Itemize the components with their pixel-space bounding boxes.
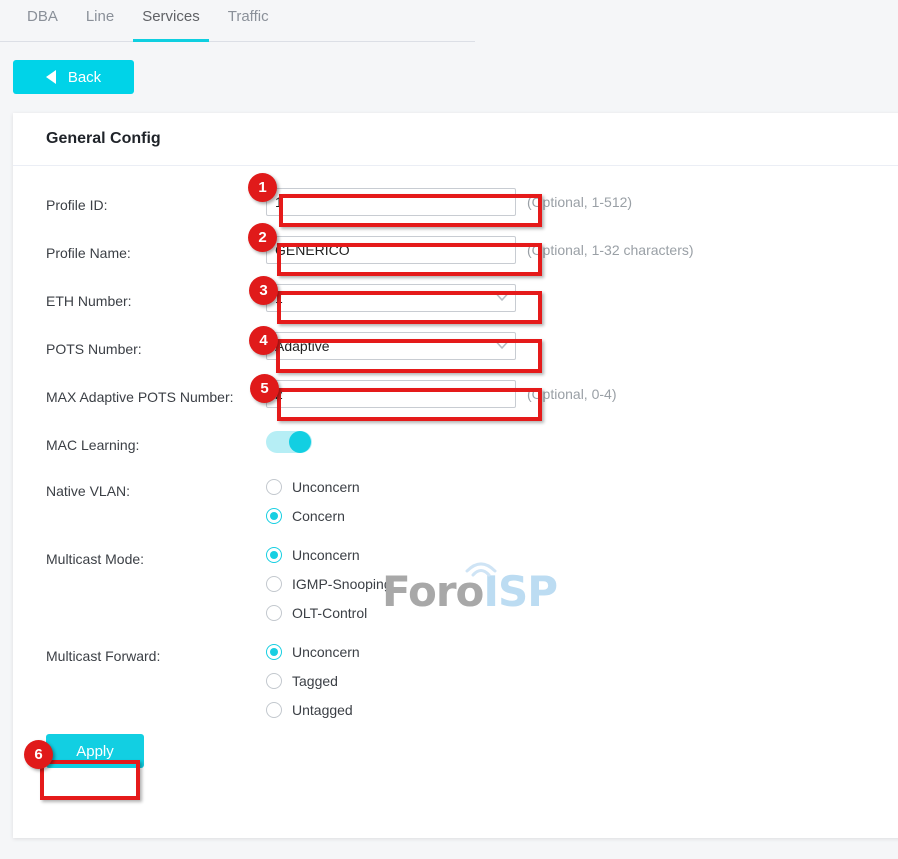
mac-learning-toggle[interactable] xyxy=(266,431,312,453)
profile-name-hint: (Optional, 1-32 characters) xyxy=(527,242,694,258)
pots-number-select[interactable]: Adaptive xyxy=(266,332,516,360)
eth-number-field-wrap: 1 xyxy=(266,276,516,312)
tab-bar: DBA Line Services Traffic xyxy=(0,0,475,42)
radio-icon xyxy=(266,702,282,718)
eth-number-label: ETH Number: xyxy=(13,276,266,311)
radio-label: Unconcern xyxy=(292,479,360,495)
profile-id-label: Profile ID: xyxy=(13,180,266,215)
back-button[interactable]: Back xyxy=(13,60,134,94)
triangle-left-icon xyxy=(46,70,56,84)
multicast-mode-option-unconcern[interactable]: Unconcern xyxy=(266,547,392,563)
native-vlan-radio-group: Unconcern Concern xyxy=(266,468,360,524)
multicast-mode-label: Multicast Mode: xyxy=(13,536,266,569)
back-button-label: Back xyxy=(68,69,101,86)
row-eth-number: ETH Number: 1 xyxy=(13,276,898,324)
mac-learning-label: MAC Learning: xyxy=(13,420,266,455)
profile-id-input[interactable] xyxy=(266,188,516,216)
tab-services-label: Services xyxy=(142,8,200,25)
radio-label: Concern xyxy=(292,508,345,524)
native-vlan-option-unconcern[interactable]: Unconcern xyxy=(266,479,360,495)
multicast-forward-radio-group: Unconcern Tagged Untagged xyxy=(266,633,360,718)
tab-dba[interactable]: DBA xyxy=(13,0,72,41)
radio-label: OLT-Control xyxy=(292,605,367,621)
radio-icon xyxy=(266,508,282,524)
radio-label: Unconcern xyxy=(292,547,360,563)
tab-services[interactable]: Services xyxy=(128,0,214,41)
profile-id-field-wrap: (Optional, 1-512) xyxy=(266,180,632,216)
multicast-mode-option-olt-control[interactable]: OLT-Control xyxy=(266,605,392,621)
profile-name-field-wrap: (Optional, 1-32 characters) xyxy=(266,228,694,264)
page-title: General Config xyxy=(46,130,161,148)
multicast-forward-label: Multicast Forward: xyxy=(13,633,266,666)
multicast-forward-option-untagged[interactable]: Untagged xyxy=(266,702,360,718)
radio-label: Tagged xyxy=(292,673,338,689)
max-adaptive-pots-input[interactable] xyxy=(266,380,516,408)
card-header: General Config xyxy=(13,113,898,166)
radio-label: Untagged xyxy=(292,702,353,718)
tab-line-label: Line xyxy=(86,8,114,25)
card-body: ForoISP Profile ID: (Optional, 1-512) Pr… xyxy=(13,166,898,768)
multicast-mode-option-igmp-snooping[interactable]: IGMP-Snooping xyxy=(266,576,392,592)
multicast-mode-radio-group: Unconcern IGMP-Snooping OLT-Control xyxy=(266,536,392,621)
row-max-adaptive-pots: MAX Adaptive POTS Number: (Optional, 0-4… xyxy=(13,372,898,420)
radio-icon xyxy=(266,576,282,592)
row-mac-learning: MAC Learning: xyxy=(13,420,898,468)
multicast-forward-option-tagged[interactable]: Tagged xyxy=(266,673,360,689)
radio-icon xyxy=(266,644,282,660)
eth-number-select[interactable]: 1 xyxy=(266,284,516,312)
native-vlan-label: Native VLAN: xyxy=(13,468,266,501)
tab-traffic-label: Traffic xyxy=(228,8,269,25)
mac-learning-field-wrap xyxy=(266,420,312,453)
apply-button-wrap: Apply xyxy=(46,734,144,768)
radio-icon xyxy=(266,605,282,621)
native-vlan-option-concern[interactable]: Concern xyxy=(266,508,360,524)
tab-traffic[interactable]: Traffic xyxy=(214,0,283,41)
general-config-card: General Config ForoISP Profile ID: (Opti… xyxy=(13,113,898,838)
radio-icon xyxy=(266,673,282,689)
max-adaptive-pots-label: MAX Adaptive POTS Number: xyxy=(13,372,266,407)
row-profile-id: Profile ID: (Optional, 1-512) xyxy=(13,180,898,228)
row-multicast-mode: Multicast Mode: Unconcern IGMP-Snooping … xyxy=(13,536,898,621)
max-adaptive-pots-field-wrap: (Optional, 0-4) xyxy=(266,372,616,408)
profile-id-hint: (Optional, 1-512) xyxy=(527,194,632,210)
radio-label: Unconcern xyxy=(292,644,360,660)
row-multicast-forward: Multicast Forward: Unconcern Tagged Unta… xyxy=(13,633,898,718)
row-native-vlan: Native VLAN: Unconcern Concern xyxy=(13,468,898,524)
multicast-forward-option-unconcern[interactable]: Unconcern xyxy=(266,644,360,660)
row-profile-name: Profile Name: (Optional, 1-32 characters… xyxy=(13,228,898,276)
radio-icon xyxy=(266,479,282,495)
radio-label: IGMP-Snooping xyxy=(292,576,392,592)
apply-button[interactable]: Apply xyxy=(46,734,144,768)
pots-number-field-wrap: Adaptive xyxy=(266,324,516,360)
toggle-knob xyxy=(289,431,311,453)
profile-name-input[interactable] xyxy=(266,236,516,264)
radio-icon xyxy=(266,547,282,563)
max-adaptive-pots-hint: (Optional, 0-4) xyxy=(527,386,616,402)
row-pots-number: POTS Number: Adaptive xyxy=(13,324,898,372)
tab-dba-label: DBA xyxy=(27,8,58,25)
tab-line[interactable]: Line xyxy=(72,0,128,41)
profile-name-label: Profile Name: xyxy=(13,228,266,263)
pots-number-label: POTS Number: xyxy=(13,324,266,359)
